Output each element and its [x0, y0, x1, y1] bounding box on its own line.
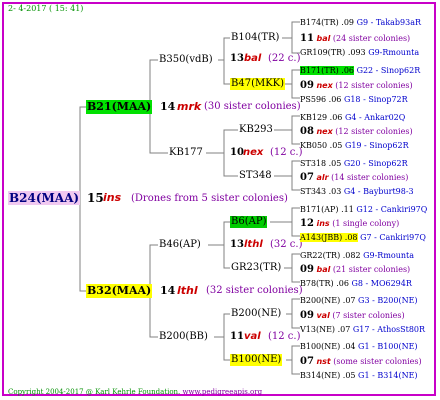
- gen3-queen-6: B200(NE): [231, 308, 282, 319]
- gen4-line-4: KB129 .06 G4 - Ankar02Q: [300, 113, 406, 122]
- gen1-queen-1: B32(MAA): [86, 284, 153, 298]
- gen4-line-1: GR109(TR) .093 G9-Rmounta: [300, 48, 420, 57]
- gen4-line-0: B174(TR) .09 G9 - Takab93aR: [300, 18, 422, 27]
- gen4-mid-4: 12 ins (1 single colony): [300, 218, 400, 229]
- gen3-queen-4: B6(AP): [230, 216, 268, 228]
- gen3-queen-2: KB293: [239, 124, 273, 135]
- gen3-note-0: (22 c.): [268, 53, 301, 64]
- gen4-line-3: PS596 .06 G18 - Sinop72R: [300, 95, 408, 104]
- footer-copyright: Copyright 2004-2017 @ Karl Kehrle Founda…: [8, 388, 263, 396]
- gen2-note-2: (32 c.): [270, 239, 303, 250]
- gen2-num-3: 11: [230, 331, 244, 342]
- gen4-line-14: B100(NE) .04 G1 - B100(NE): [300, 342, 418, 351]
- gen2-num-2: 13: [230, 239, 244, 250]
- root-ins: ins: [103, 191, 122, 204]
- gen4-mid-3: 07 alr (14 sister colonies): [300, 172, 409, 183]
- root-number: 15: [87, 191, 104, 205]
- gen4-line-11: B78(TR) .06 G8 - MO6294R: [300, 279, 412, 288]
- gen2-ins-1: nex: [243, 147, 264, 158]
- gen2-queen-0: B350(vdB): [159, 54, 213, 65]
- gen4-line-7: ST343 .03 G4 - Bayburt98-3: [300, 187, 414, 196]
- gen3-queen-1: B47(MKK): [230, 78, 286, 90]
- gen3-queen-7: B100(NE): [230, 354, 283, 366]
- gen4-line-13: V13(NE) .07 G17 - AthosSt80R: [300, 325, 426, 334]
- gen2-note-3: (12 c.): [268, 331, 301, 342]
- gen4-mid-6: 09 val (7 sister colonies): [300, 310, 405, 321]
- gen3-num-0: 13: [230, 53, 244, 64]
- gen2-ins-2: lthl: [244, 239, 263, 250]
- gen2-queen-3: B200(BB): [159, 331, 208, 342]
- gen1-num-0: 14: [160, 100, 176, 113]
- gen4-mid-1: 09 nex (12 sister colonies): [300, 80, 413, 91]
- root-note: (Drones from 5 sister colonies): [131, 193, 288, 204]
- gen2-note-1: (12 c.): [270, 147, 303, 158]
- gen3-queen-3: ST348: [239, 170, 272, 181]
- gen2-queen-1: KB177: [169, 147, 203, 158]
- gen3-ins-0: bal: [244, 53, 262, 64]
- gen1-note-1: (32 sister colonies): [206, 285, 303, 296]
- gen4-line-10: GR22(TR) .082 G9-Rmounta: [300, 251, 415, 260]
- gen1-ins-0: mrk: [177, 100, 202, 113]
- gen2-ins-3: val: [244, 331, 261, 342]
- gen4-line-5: KB050 .05 G19 - Sinop62R: [300, 141, 409, 150]
- gen4-line-6: ST318 .05 G20 - Sinop62R: [300, 159, 408, 168]
- gen4-line-8: B171(AP) .11 G12 - Cankiri97Q: [300, 205, 428, 214]
- gen4-line-12: B200(NE) .07 G3 - B200(NE): [300, 296, 418, 305]
- gen1-ins-1: lthl: [177, 284, 198, 297]
- gen4-line-15: B314(NE) .05 G1 - B314(NE): [300, 371, 418, 380]
- gen1-num-1: 14: [160, 284, 176, 297]
- gen1-queen-0: B21(MAA): [86, 100, 153, 114]
- gen3-queen-5: GR23(TR): [231, 262, 282, 273]
- gen4-line-9: A143(JBB) .08 G7 - Cankiri97Q: [300, 233, 426, 242]
- gen3-queen-0: B104(TR): [231, 32, 280, 43]
- gen4-mid-0: 11 bal (24 sister colonies): [300, 33, 411, 44]
- gen1-note-0: (30 sister colonies): [204, 101, 301, 112]
- root-queen-name: B24(MAA): [8, 191, 81, 205]
- gen4-mid-5: 09 bal (21 sister colonies): [300, 264, 411, 275]
- gen4-line-2: B171(TR) .06 G22 - Sinop62R: [300, 66, 421, 75]
- gen2-queen-2: B46(AP): [159, 239, 201, 250]
- gen4-mid-7: 07 nst (some sister colonies): [300, 356, 422, 367]
- gen4-mid-2: 08 nex (12 sister colonies): [300, 126, 413, 137]
- timestamp-header: 2- 4-2017 ( 15: 41): [8, 4, 84, 13]
- gen2-num-1: 10: [230, 147, 244, 158]
